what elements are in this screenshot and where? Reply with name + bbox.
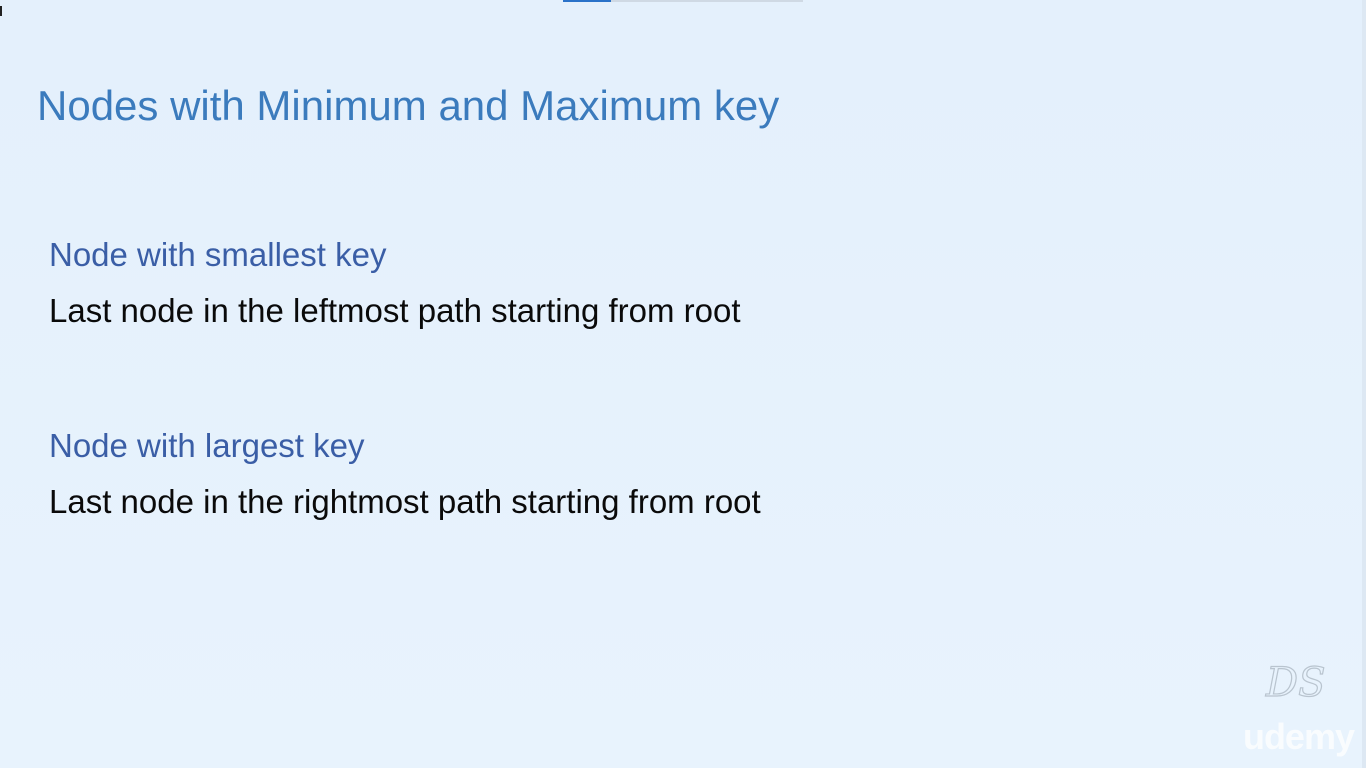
ds-logo-icon: DS (1264, 659, 1326, 706)
section-heading-largest: Node with largest key (49, 427, 365, 464)
udemy-watermark: udemy (1242, 716, 1355, 757)
cursor-mark (0, 6, 2, 16)
svg-text:DS: DS (1265, 660, 1325, 706)
right-edge-border (1362, 0, 1366, 768)
section-body-smallest: Last node in the leftmost path starting … (49, 292, 741, 329)
slide-title: Nodes with Minimum and Maximum key (37, 82, 780, 129)
slide: Nodes with Minimum and Maximum key Node … (0, 0, 1366, 768)
section-body-largest: Last node in the rightmost path starting… (49, 483, 761, 520)
section-heading-smallest: Node with smallest key (49, 236, 387, 273)
top-progress-fill (563, 0, 611, 2)
